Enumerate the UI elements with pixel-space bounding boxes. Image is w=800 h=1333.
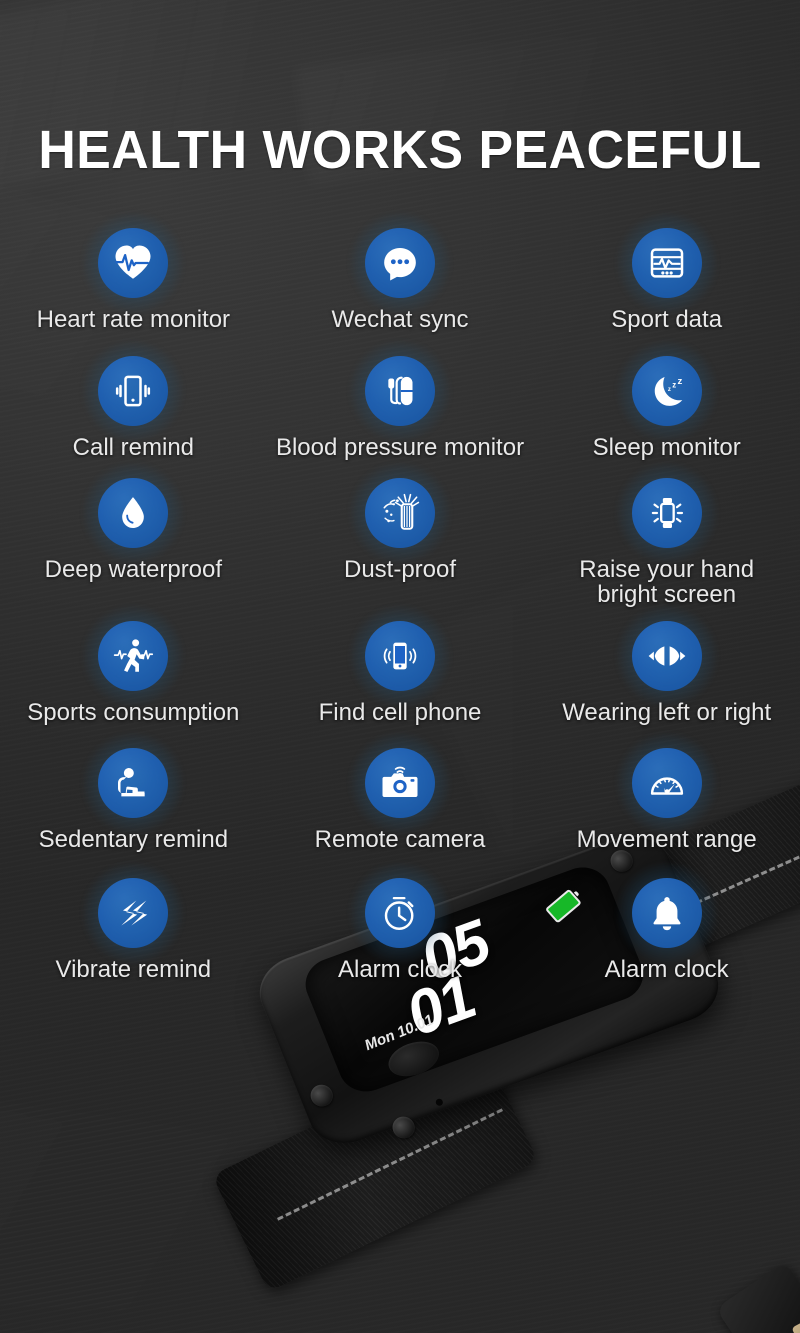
feature-row: Heart rate monitor Wechat sync Sport dat… <box>0 228 800 332</box>
feature-wechat-sync[interactable]: Wechat sync <box>267 228 534 332</box>
vibrate-zigzag-icon <box>98 877 169 948</box>
feature-label: Find cell phone <box>318 698 482 726</box>
feature-sedentary-remind[interactable]: Sedentary remind <box>0 748 267 854</box>
feature-heart-rate-monitor[interactable]: Heart rate monitor <box>0 228 267 332</box>
feature-raise-your-hand-bright-screen[interactable]: Raise your hand bright screen <box>533 477 800 609</box>
feature-row: Call remind Blood pressure monitor z z z… <box>0 356 800 462</box>
feature-label: Wearing left or right <box>562 698 772 726</box>
feature-label: Sedentary remind <box>38 826 229 854</box>
watch-screw <box>307 1081 337 1110</box>
feature-alarm-clock-bell[interactable]: Alarm clock <box>533 877 800 983</box>
feature-wearing-left-or-right[interactable]: Wearing left or right <box>533 620 800 726</box>
dust-brush-icon <box>365 477 435 548</box>
background-sheen <box>0 1097 569 1333</box>
feature-sports-consumption[interactable]: Sports consumption <box>0 620 267 726</box>
watch-date: Mon 10.01 <box>362 1011 437 1055</box>
feature-deep-waterproof[interactable]: Deep waterproof <box>0 477 267 608</box>
chat-bubble-icon <box>365 228 435 298</box>
water-drop-icon <box>98 477 169 548</box>
feature-label: Blood pressure monitor <box>275 434 525 462</box>
svg-text:z: z <box>677 376 682 387</box>
feature-row: Sports consumption Find cell phone Weari… <box>0 620 800 726</box>
svg-text:z: z <box>668 386 671 393</box>
feature-sport-data[interactable]: Sport data <box>533 228 800 332</box>
watch-sensor-hole <box>434 1097 444 1107</box>
running-pulse-icon <box>98 620 169 691</box>
feature-label: Vibrate remind <box>55 955 212 983</box>
feature-label: Alarm clock <box>337 955 463 983</box>
strap-stitching <box>276 1108 504 1221</box>
feature-row: Vibrate remind Alarm clock Alarm clock <box>0 877 800 983</box>
phone-ring-icon <box>365 620 435 691</box>
feature-remote-camera[interactable]: Remote camera <box>267 748 534 854</box>
feature-label: Movement range <box>576 826 757 854</box>
corner-prop-object <box>715 1261 800 1333</box>
promo-banner: ␿␿ 05 01 Mon 10.01 HEALTH WORKS PEACEFUL <box>0 0 800 1333</box>
feature-label: Heart rate monitor <box>36 306 231 333</box>
feature-vibrate-remind[interactable]: Vibrate remind <box>0 877 267 983</box>
feature-find-cell-phone[interactable]: Find cell phone <box>267 620 534 726</box>
feature-alarm-clock-stopwatch[interactable]: Alarm clock <box>267 877 534 983</box>
feature-call-remind[interactable]: Call remind <box>0 356 267 462</box>
bell-icon <box>631 877 702 948</box>
watch-home-button <box>383 1035 445 1083</box>
feature-row: Sedentary remind Remote camera km Moveme… <box>0 748 800 854</box>
svg-text:z: z <box>672 381 676 390</box>
blood-pressure-cuff-icon <box>365 356 435 427</box>
speedometer-icon: km <box>631 748 702 819</box>
left-right-arrows-icon <box>631 620 702 691</box>
feature-label: Sleep monitor <box>592 434 741 462</box>
feature-label: Sport data <box>611 306 723 333</box>
moon-zzz-icon: z z z <box>631 356 702 427</box>
feature-label: Alarm clock <box>604 955 729 983</box>
camera-wifi-icon <box>365 748 435 819</box>
feature-movement-range[interactable]: km Movement range <box>533 748 800 854</box>
feature-label: Sports consumption <box>27 698 240 726</box>
watch-bright-screen-icon <box>631 477 702 548</box>
svg-text:km: km <box>664 788 670 793</box>
feature-label: Remote camera <box>314 826 486 854</box>
phone-vibrate-icon <box>98 356 169 427</box>
feature-sleep-monitor[interactable]: z z z Sleep monitor <box>533 356 800 462</box>
feature-dust-proof[interactable]: Dust-proof <box>267 477 534 608</box>
feature-grid: Heart rate monitor Wechat sync Sport dat… <box>0 228 800 982</box>
feature-label: Deep waterproof <box>44 555 223 583</box>
sport-data-screen-icon <box>631 228 702 298</box>
feature-row: Deep waterproof Dust-proof Raise your ha… <box>0 477 800 609</box>
feature-blood-pressure-monitor[interactable]: Blood pressure monitor <box>267 356 534 462</box>
watch-screw <box>389 1113 419 1142</box>
stopwatch-icon <box>365 877 435 948</box>
watch-strap-lower <box>211 1043 539 1293</box>
feature-label: Call remind <box>72 434 195 462</box>
feature-label: Dust-proof <box>343 555 457 583</box>
feature-label: Wechat sync <box>331 306 469 333</box>
sitting-person-icon <box>98 748 169 819</box>
heart-rate-icon <box>98 228 169 298</box>
feature-label: Raise your hand bright screen <box>579 555 755 609</box>
page-title: HEALTH WORKS PEACEFUL <box>38 120 762 180</box>
